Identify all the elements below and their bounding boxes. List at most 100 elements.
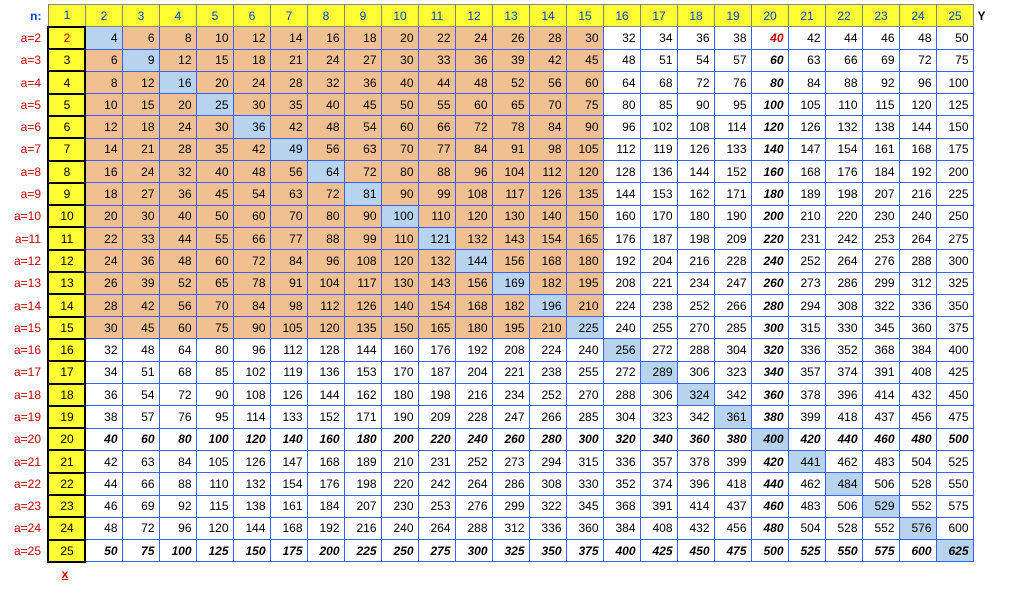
cell-a8-n11: 88 <box>418 161 455 183</box>
cell-a24-n24: 576 <box>899 517 936 539</box>
cell-a22-n21: 462 <box>788 473 825 495</box>
cell-a18-n25: 450 <box>936 384 973 406</box>
cell-a7-n6: 42 <box>233 138 270 160</box>
cell-a13-n19: 247 <box>714 272 751 294</box>
cell-a19-n17: 323 <box>640 406 677 428</box>
cell-a6-n19: 114 <box>714 116 751 138</box>
row-label-a12: a=12 <box>0 250 48 272</box>
x-label: x <box>48 562 85 584</box>
cell-a5-n15: 75 <box>566 94 603 116</box>
header-row: n: 1234567891011121314151617181920212223… <box>0 5 1010 27</box>
cell-a22-n5: 110 <box>196 473 233 495</box>
cell-a23-n6: 138 <box>233 495 270 517</box>
cell-a17-n11: 187 <box>418 361 455 383</box>
cell-a9-n16: 144 <box>603 183 640 205</box>
cell-a9-n10: 90 <box>381 183 418 205</box>
row-label-a6: a=6 <box>0 116 48 138</box>
table-row: a=77142128354249566370778491981051121191… <box>0 138 1010 160</box>
cell-a3-n5: 15 <box>196 49 233 71</box>
cell-a23-n13: 299 <box>492 495 529 517</box>
n-label: n: <box>0 5 48 27</box>
cell-a18-n21: 378 <box>788 384 825 406</box>
cell-a13-n2: 26 <box>85 272 122 294</box>
cell-a23-n20: 460 <box>751 495 788 517</box>
cell-a24-n19: 456 <box>714 517 751 539</box>
cell-a9-n7: 63 <box>270 183 307 205</box>
cell-a22-n19: 418 <box>714 473 751 495</box>
cell-a15-n17: 255 <box>640 317 677 339</box>
cell-a8-n12: 96 <box>455 161 492 183</box>
cell-a14-n25: 350 <box>936 294 973 316</box>
cell-a4-n11: 44 <box>418 71 455 93</box>
cell-a24-n2: 48 <box>85 517 122 539</box>
cell-a20-n11: 220 <box>418 428 455 450</box>
row-label-a11: a=11 <box>0 227 48 249</box>
cell-a17-n13: 221 <box>492 361 529 383</box>
cell-a18-n20: 360 <box>751 384 788 406</box>
table-row: a=24244872961201441681922162402642883123… <box>0 517 1010 539</box>
cell-a24-n6: 144 <box>233 517 270 539</box>
cell-a20-n15: 300 <box>566 428 603 450</box>
cell-a21-n24: 504 <box>899 450 936 472</box>
cell-a4-n16: 64 <box>603 71 640 93</box>
cell-a6-n13: 78 <box>492 116 529 138</box>
cell-a13-n13: 169 <box>492 272 529 294</box>
table-row: a=66121824303642485460667278849096102108… <box>0 116 1010 138</box>
cell-a14-n13: 182 <box>492 294 529 316</box>
cell-a19-n6: 114 <box>233 406 270 428</box>
cell-a16-n1: 16 <box>48 339 85 361</box>
cell-a2-n12: 24 <box>455 27 492 49</box>
cell-a12-n2: 24 <box>85 250 122 272</box>
cell-a18-n19: 342 <box>714 384 751 406</box>
cell-a20-n16: 320 <box>603 428 640 450</box>
cell-a22-n11: 242 <box>418 473 455 495</box>
cell-a7-n9: 63 <box>344 138 381 160</box>
cell-a22-n3: 66 <box>122 473 159 495</box>
cell-a24-n5: 120 <box>196 517 233 539</box>
cell-a14-n21: 294 <box>788 294 825 316</box>
cell-a2-n18: 36 <box>677 27 714 49</box>
cell-a22-n4: 88 <box>159 473 196 495</box>
cell-a23-n1: 23 <box>48 495 85 517</box>
cell-a19-n16: 304 <box>603 406 640 428</box>
cell-a13-n8: 104 <box>307 272 344 294</box>
cell-a24-n25: 600 <box>936 517 973 539</box>
cell-a6-n2: 12 <box>85 116 122 138</box>
table-row: a=99182736455463728190991081171261351441… <box>0 183 1010 205</box>
cell-a8-n25: 200 <box>936 161 973 183</box>
cell-a4-n6: 24 <box>233 71 270 93</box>
cell-a17-n15: 255 <box>566 361 603 383</box>
cell-a24-n8: 192 <box>307 517 344 539</box>
row-label-a22: a=22 <box>0 473 48 495</box>
cell-a25-n14: 350 <box>529 540 566 562</box>
cell-a12-n20: 240 <box>751 250 788 272</box>
cell-a25-n25: 625 <box>936 540 973 562</box>
cell-a16-n16: 256 <box>603 339 640 361</box>
cell-a10-n24: 240 <box>899 205 936 227</box>
cell-a14-n7: 98 <box>270 294 307 316</box>
cell-a21-n6: 126 <box>233 450 270 472</box>
col-header-20: 20 <box>751 5 788 27</box>
cell-a9-n1: 9 <box>48 183 85 205</box>
cell-a14-n24: 336 <box>899 294 936 316</box>
col-header-15: 15 <box>566 5 603 27</box>
cell-a25-n5: 125 <box>196 540 233 562</box>
cell-a12-n5: 60 <box>196 250 233 272</box>
cell-a13-n17: 221 <box>640 272 677 294</box>
cell-a19-n21: 399 <box>788 406 825 428</box>
cell-a20-n14: 280 <box>529 428 566 450</box>
cell-a18-n2: 36 <box>85 384 122 406</box>
cell-a9-n19: 171 <box>714 183 751 205</box>
cell-a6-n20: 120 <box>751 116 788 138</box>
cell-a19-n15: 285 <box>566 406 603 428</box>
cell-a4-n22: 88 <box>825 71 862 93</box>
cell-a20-n17: 340 <box>640 428 677 450</box>
cell-a18-n8: 144 <box>307 384 344 406</box>
cell-a16-n13: 208 <box>492 339 529 361</box>
cell-a13-n3: 39 <box>122 272 159 294</box>
cell-a24-n16: 384 <box>603 517 640 539</box>
cell-a7-n22: 154 <box>825 138 862 160</box>
cell-a6-n3: 18 <box>122 116 159 138</box>
cell-a11-n25: 275 <box>936 227 973 249</box>
cell-a3-n8: 24 <box>307 49 344 71</box>
